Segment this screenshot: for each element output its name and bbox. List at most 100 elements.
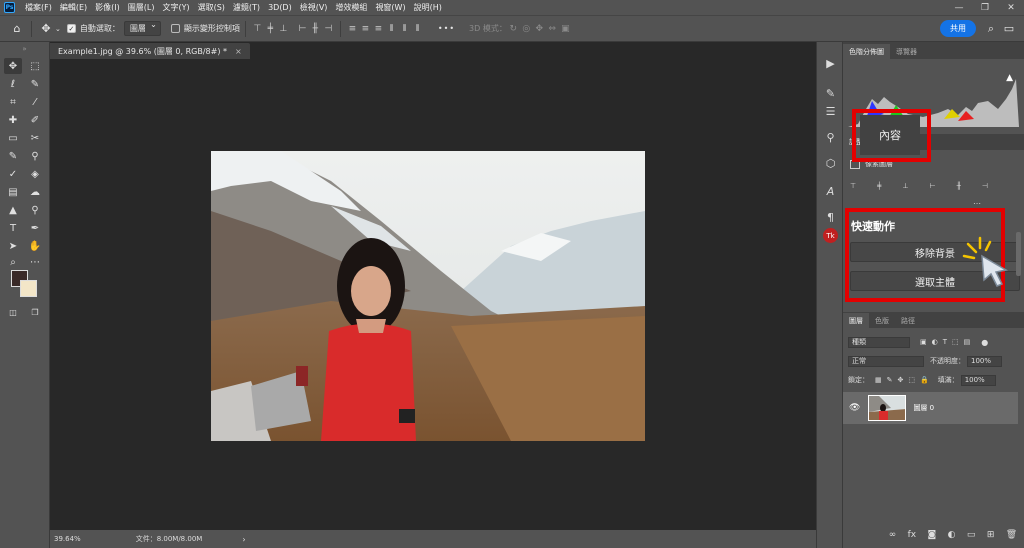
menu-help[interactable]: 說明(H) — [410, 2, 446, 13]
distribute-vcenter-icon[interactable]: ≡ — [359, 22, 372, 35]
canvas-area[interactable] — [50, 59, 816, 530]
align-right-icon[interactable]: ⊣ — [982, 182, 988, 190]
auto-select-dropdown[interactable]: 圖層 — [123, 20, 161, 36]
layer-kind-dropdown[interactable]: 種類 — [848, 336, 910, 348]
document-tab[interactable]: Example1.jpg @ 39.6% (圖層 0, RGB/8#) * × — [50, 43, 250, 59]
opacity-field[interactable]: 100% — [967, 355, 1003, 367]
3d-scale-icon[interactable]: ▣ — [559, 22, 572, 35]
transform-controls-checkbox[interactable] — [170, 24, 180, 33]
layer-filter-icons[interactable]: ▣◐T⬚▤ — [920, 338, 975, 346]
eyedropper-tool-icon[interactable]: ⁄ — [26, 94, 44, 110]
close-tab-icon[interactable]: × — [235, 47, 242, 56]
tool-preset-chevron-icon[interactable]: ⌄ — [55, 25, 61, 33]
new-layer-icon[interactable]: ⊞ — [987, 530, 995, 540]
blur-tool-icon[interactable]: ☁ — [26, 184, 44, 200]
brush-tool-icon[interactable]: ✐ — [26, 112, 44, 128]
more-options-button[interactable]: ••• — [438, 24, 455, 33]
menu-type[interactable]: 文字(Y) — [158, 2, 193, 13]
paragraph-icon[interactable]: ¶ — [821, 208, 840, 226]
3d-roll-icon[interactable]: ◎ — [520, 22, 533, 35]
distribute-hcenter-icon[interactable]: ⦀ — [398, 22, 411, 35]
distribute-top-icon[interactable]: ≡ — [346, 22, 359, 35]
history-brush-icon[interactable]: ✎ — [821, 84, 840, 102]
menu-view[interactable]: 檢視(V) — [296, 2, 332, 13]
close-window-button[interactable]: ✕ — [998, 3, 1024, 13]
background-color-swatch[interactable] — [20, 280, 37, 297]
align-bottom-icon[interactable]: ⊥ — [902, 182, 908, 190]
crop-tool-icon[interactable]: ⌗ — [4, 94, 22, 110]
hand-tool-icon[interactable]: ✋ — [26, 238, 44, 254]
minimize-button[interactable]: — — [946, 3, 972, 13]
align-hcenter-icon[interactable]: ╫ — [957, 182, 961, 190]
align-right-icon[interactable]: ⊣ — [322, 22, 335, 35]
stamp-icon[interactable]: ⚲ — [821, 128, 840, 146]
align-vcenter-icon[interactable]: ╪ — [877, 182, 881, 190]
path-select-tool-icon[interactable]: ➤ — [4, 238, 22, 254]
frame-tool-icon[interactable]: ▭ — [4, 130, 22, 146]
menu-3d[interactable]: 3D(D) — [264, 3, 296, 12]
align-top-icon[interactable]: ⊤ — [251, 22, 264, 35]
quick-mask-icon[interactable]: ◫ — [4, 304, 22, 320]
blend-mode-dropdown[interactable]: 正常 — [848, 355, 924, 367]
play-action-icon[interactable]: ▶ — [821, 54, 840, 72]
toolbar-grip[interactable]: » — [0, 42, 49, 56]
status-menu-arrow[interactable]: › — [242, 535, 245, 544]
healing-brush-tool-icon[interactable]: ✚ — [4, 112, 22, 128]
align-left-icon[interactable]: ⊢ — [296, 22, 309, 35]
more-tools-icon[interactable]: ⋯ — [26, 254, 44, 270]
gradient-tool-icon[interactable]: ▤ — [4, 184, 22, 200]
clone-stamp-tool-icon[interactable]: ⚲ — [26, 148, 44, 164]
move-tool-icon[interactable]: ✥ — [4, 58, 22, 74]
fill-field[interactable]: 100% — [960, 374, 996, 386]
properties-scrollbar[interactable] — [1016, 232, 1021, 276]
zoom-tool-icon[interactable]: ⌕ — [4, 254, 22, 270]
distribute-bottom-icon[interactable]: ≡ — [372, 22, 385, 35]
group-folder-icon[interactable]: ▭ — [967, 530, 976, 540]
align-left-icon[interactable]: ⊢ — [929, 182, 935, 190]
workspace-icon[interactable]: ▭ — [1000, 20, 1018, 38]
menu-edit[interactable]: 編輯(E) — [56, 2, 91, 13]
menu-image[interactable]: 影像(I) — [91, 2, 124, 13]
menu-plugins[interactable]: 增效模組 — [331, 2, 371, 13]
link-layers-icon[interactable]: ∞ — [889, 530, 897, 540]
screen-mode-icon[interactable]: ❐ — [26, 304, 44, 320]
character-icon[interactable]: A — [821, 182, 840, 200]
fx-icon[interactable]: fx — [908, 530, 917, 540]
type-tool-icon[interactable]: T — [4, 220, 22, 236]
menu-file[interactable]: 檔案(F) — [21, 2, 56, 13]
marquee-tool-icon[interactable]: ⬚ — [26, 58, 44, 74]
3d-orbit-icon[interactable]: ↻ — [507, 22, 520, 35]
adjustment-layer-icon[interactable]: ◐ — [948, 530, 956, 540]
tab-navigator[interactable]: 導覽器 — [890, 44, 923, 59]
cube-icon[interactable]: ⬡ — [821, 154, 840, 172]
layer-name[interactable]: 圖層 0 — [913, 403, 934, 413]
scissors-tool-icon[interactable]: ✂ — [26, 130, 44, 146]
tab-paths[interactable]: 路徑 — [895, 313, 921, 328]
sliders-icon[interactable]: ☰ — [821, 102, 840, 120]
menu-select[interactable]: 選取(S) — [194, 2, 229, 13]
search-icon[interactable]: ⌕ — [982, 20, 1000, 38]
paint-brush-tool-icon[interactable]: ✎ — [4, 148, 22, 164]
dodge-tool-icon[interactable]: ⚲ — [26, 202, 44, 218]
filter-toggle-icon[interactable]: ● — [981, 338, 988, 347]
share-button[interactable]: 共用 — [940, 20, 976, 37]
tk-plugin-icon[interactable]: Tk — [823, 228, 838, 243]
mask-icon[interactable]: ◙ — [928, 530, 937, 540]
distribute-left-icon[interactable]: ⦀ — [385, 22, 398, 35]
document-photo[interactable] — [211, 151, 645, 441]
maximize-button[interactable]: ❐ — [972, 3, 998, 13]
pen-tool-icon[interactable]: ✒ — [26, 220, 44, 236]
quick-select-tool-icon[interactable]: ✎ — [26, 76, 44, 92]
triangle-tool-icon[interactable]: ▲ — [4, 202, 22, 218]
more-properties-icon[interactable]: ⋯ — [973, 199, 981, 208]
menu-window[interactable]: 視窗(W) — [371, 2, 409, 13]
lock-icons[interactable]: ▦✎✥⬚🔒 — [875, 376, 934, 384]
move-tool-icon[interactable]: ✥ — [37, 20, 55, 38]
home-icon[interactable]: ⌂ — [8, 20, 26, 38]
distribute-right-icon[interactable]: ⦀ — [411, 22, 424, 35]
trash-icon[interactable]: 🗑 — [1006, 530, 1017, 540]
align-top-icon[interactable]: ⊤ — [850, 182, 856, 190]
align-vcenter-icon[interactable]: ╪ — [264, 22, 277, 35]
3d-pan-icon[interactable]: ✥ — [533, 22, 546, 35]
menu-filter[interactable]: 濾鏡(T) — [229, 2, 264, 13]
